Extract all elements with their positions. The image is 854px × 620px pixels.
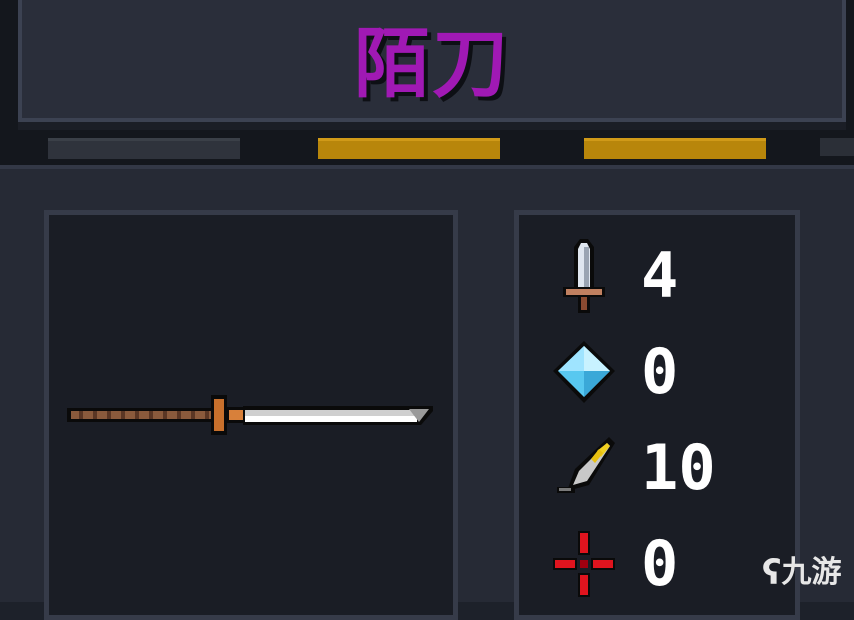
stat-value-energy: 0 (641, 335, 679, 408)
tab-bar-edge (820, 138, 854, 156)
tab-bar-gold-2[interactable] (584, 138, 766, 159)
title-panel: 陌刀 (18, 0, 846, 122)
crystal-icon (553, 341, 615, 403)
watermark-icon: ʕ (762, 553, 782, 593)
watermark-text: 九游 (781, 555, 842, 590)
stat-row-damage: 4 (549, 237, 789, 327)
tab-bar-gold-1[interactable] (318, 138, 500, 159)
stat-row-energy: 0 (549, 333, 789, 423)
stat-row-critical: 10 (549, 429, 789, 519)
tab-bar-empty[interactable] (48, 138, 240, 159)
katana-icon (67, 395, 433, 435)
weapon-name: 陌刀 (354, 19, 510, 108)
crosshair-icon (553, 531, 615, 597)
sword-icon (563, 239, 605, 313)
stat-value-damage: 4 (641, 239, 679, 312)
stat-value-critical: 10 (641, 431, 716, 504)
feather-icon (557, 437, 615, 493)
stat-row-accuracy: 0 (549, 525, 789, 615)
stat-value-accuracy: 0 (641, 527, 679, 600)
watermark-logo: ʕ九游 (762, 548, 854, 598)
stats-frame: 4 0 10 0 (514, 210, 800, 620)
weapon-preview-frame (44, 210, 458, 620)
